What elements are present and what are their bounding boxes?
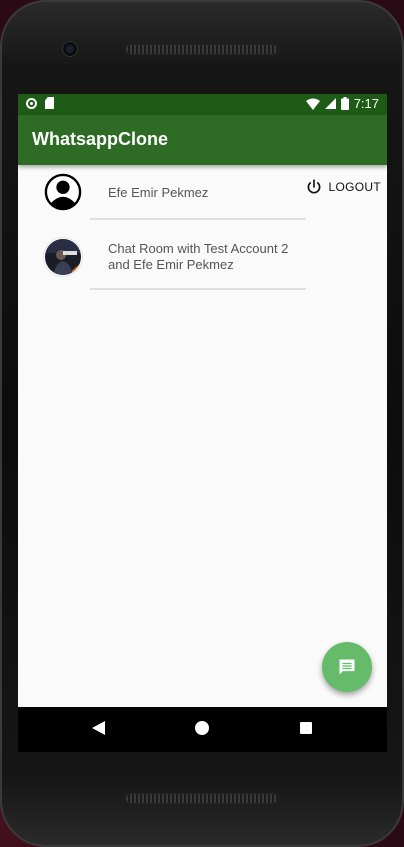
list-divider	[90, 218, 306, 220]
chat-name: Efe Emir Pekmez	[108, 185, 209, 200]
photo-avatar	[43, 237, 83, 277]
default-user-icon	[44, 173, 82, 211]
signal-icon	[324, 98, 336, 109]
home-icon[interactable]	[195, 721, 209, 735]
recent-apps-icon[interactable]	[300, 722, 312, 734]
app-title: WhatsappClone	[32, 129, 169, 149]
front-camera	[63, 42, 77, 56]
chat-list-item[interactable]: Chat Room with Test Account 2 and Efe Em…	[18, 232, 387, 288]
new-chat-fab[interactable]	[322, 642, 372, 692]
top-speaker	[126, 45, 278, 54]
bottom-speaker	[126, 794, 278, 803]
app-bar: WhatsappClone	[18, 115, 387, 165]
back-icon[interactable]	[92, 721, 105, 735]
chat-list-item[interactable]: Efe Emir Pekmez	[18, 170, 387, 220]
wifi-icon	[305, 98, 320, 110]
chat-name: Chat Room with Test Account 2 and Efe Em…	[108, 241, 289, 272]
navigation-bar	[18, 707, 387, 752]
status-time: 7:17	[353, 96, 379, 111]
list-divider	[90, 288, 306, 290]
sync-status-icon	[26, 97, 37, 109]
sd-card-icon	[45, 97, 54, 109]
screen: 7:17 WhatsappClone LOGOUT Efe Emir Pekme…	[18, 94, 387, 707]
status-bar: 7:17	[18, 94, 387, 115]
chat-message-icon	[339, 659, 355, 675]
battery-icon	[340, 97, 349, 110]
